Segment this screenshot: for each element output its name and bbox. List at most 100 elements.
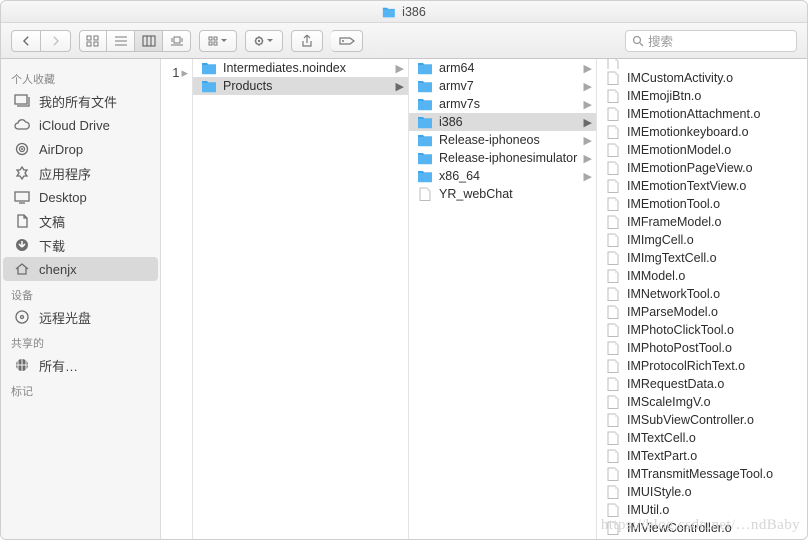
file-row[interactable]: IMScaleImgV.o (597, 393, 807, 411)
sidebar-item-airdrop[interactable]: AirDrop (3, 137, 158, 161)
columns-view: 1▸ Intermediates.noindex▶Products▶ arm64… (161, 59, 807, 539)
row-label: Products (223, 79, 392, 93)
row-label: Intermediates.noindex (223, 61, 392, 75)
file-row[interactable]: IMEmotionPageView.o (597, 159, 807, 177)
view-icons-button[interactable] (79, 30, 107, 52)
file-row[interactable]: IMEmotionTool.o (597, 195, 807, 213)
file-row[interactable]: IMEmotionkeyboard.o (597, 123, 807, 141)
folder-icon (417, 151, 433, 165)
sidebar: 个人收藏我的所有文件iCloud DriveAirDrop应用程序Desktop… (1, 59, 161, 539)
file-row[interactable]: IMEmotionTextView.o (597, 177, 807, 195)
folder-icon (417, 169, 433, 183)
row-label: Release-iphonesimulator (439, 151, 580, 165)
row-label: IMRequestData.o (627, 377, 803, 391)
sidebar-item-apps[interactable]: 应用程序 (3, 161, 158, 185)
sidebar-item-label: 远程光盘 (39, 308, 91, 327)
download-icon (13, 237, 31, 253)
folder-row[interactable]: x86_64▶ (409, 167, 596, 185)
file-row[interactable]: IMTransmitMessageTool.o (597, 465, 807, 483)
column-3[interactable]: IMCustomActivity.o IMEmojiBtn.o IMEmotionA… (597, 59, 807, 539)
file-row[interactable]: IMFrameModel.o (597, 213, 807, 231)
sidebar-header: 设备 (1, 281, 160, 305)
document-icon (605, 359, 621, 373)
folder-row[interactable]: Release-iphoneos▶ (409, 131, 596, 149)
folder-icon (201, 61, 217, 75)
row-label: IMScaleImgV.o (627, 395, 803, 409)
arrange-button[interactable] (199, 30, 237, 52)
sidebar-item-all-files[interactable]: 我的所有文件 (3, 89, 158, 113)
file-row[interactable]: IMNetworkTool.o (597, 285, 807, 303)
view-list-button[interactable] (107, 30, 135, 52)
file-row[interactable]: IMUtil.o (597, 501, 807, 519)
tags-button[interactable] (331, 30, 363, 52)
sidebar-header: 标记 (1, 377, 160, 401)
file-row[interactable]: int_lpc.o (597, 537, 807, 539)
sidebar-item-label: chenjx (39, 262, 77, 277)
row-label: Release-iphoneos (439, 133, 580, 147)
file-row[interactable]: YR_webChat (409, 185, 596, 203)
folder-row[interactable]: armv7s▶ (409, 95, 596, 113)
document-icon (605, 449, 621, 463)
sidebar-item-desktop[interactable]: Desktop (3, 185, 158, 209)
view-columns-button[interactable] (135, 30, 163, 52)
file-row[interactable]: IMProtocolRichText.o (597, 357, 807, 375)
sidebar-item-icloud[interactable]: iCloud Drive (3, 113, 158, 137)
document-icon (605, 503, 621, 517)
folder-row[interactable]: Release-iphonesimulator▶ (409, 149, 596, 167)
row-label: IMTextPart.o (627, 449, 803, 463)
sidebar-item-downloads[interactable]: 下载 (3, 233, 158, 257)
column-2[interactable]: arm64▶armv7▶armv7s▶i386▶Release-iphoneos… (409, 59, 597, 539)
folder-row[interactable]: armv7▶ (409, 77, 596, 95)
file-row[interactable]: IMImgTextCell.o (597, 249, 807, 267)
file-row[interactable]: IMRequestData.o (597, 375, 807, 393)
folder-icon (417, 61, 433, 75)
folder-row[interactable]: Intermediates.noindex▶ (193, 59, 408, 77)
row-label: armv7s (439, 97, 580, 111)
back-button[interactable] (11, 30, 41, 52)
row-label: IMEmotionkeyboard.o (627, 125, 803, 139)
row-label: IMCustomActivity.o (627, 71, 803, 85)
view-coverflow-button[interactable] (163, 30, 191, 52)
forward-button[interactable] (41, 30, 71, 52)
file-row[interactable]: IMTextCell.o (597, 429, 807, 447)
file-row[interactable]: IMTextPart.o (597, 447, 807, 465)
file-row[interactable]: IMPhotoPostTool.o (597, 339, 807, 357)
file-row[interactable]: IMEmojiBtn.o (597, 87, 807, 105)
document-icon (605, 161, 621, 175)
file-row[interactable]: IMUIStyle.o (597, 483, 807, 501)
document-icon (605, 485, 621, 499)
file-row[interactable]: IMEmotionModel.o (597, 141, 807, 159)
sidebar-item-shared[interactable]: 所有… (3, 353, 158, 377)
file-row[interactable]: IMSubViewController.o (597, 411, 807, 429)
folder-icon (201, 79, 217, 93)
row-label: YR_webChat (439, 187, 592, 201)
search-placeholder: 搜索 (648, 31, 673, 50)
sidebar-item-documents[interactable]: 文稿 (3, 209, 158, 233)
search-input[interactable]: 搜索 (625, 30, 797, 52)
row-label: x86_64 (439, 169, 580, 183)
action-button[interactable] (245, 30, 283, 52)
share-button[interactable] (291, 30, 323, 52)
row-label: IMEmotionAttachment.o (627, 107, 803, 121)
file-row[interactable]: IMParseModel.o (597, 303, 807, 321)
column-1[interactable]: Intermediates.noindex▶Products▶ (193, 59, 409, 539)
folder-row[interactable]: arm64▶ (409, 59, 596, 77)
folder-row[interactable]: i386▶ (409, 113, 596, 131)
file-row[interactable]: IMViewController.o (597, 519, 807, 537)
file-row[interactable]: IMImgCell.o (597, 231, 807, 249)
row-label: IMProtocolRichText.o (627, 359, 803, 373)
home-icon (13, 261, 31, 277)
folder-row[interactable]: Products▶ (193, 77, 408, 95)
file-row[interactable] (597, 59, 807, 69)
row-label: IMUtil.o (627, 503, 803, 517)
file-row[interactable]: IMPhotoClickTool.o (597, 321, 807, 339)
sidebar-item-home[interactable]: chenjx (3, 257, 158, 281)
file-row[interactable]: IMCustomActivity.o (597, 69, 807, 87)
document-icon (605, 287, 621, 301)
row-label: arm64 (439, 61, 580, 75)
file-row[interactable]: IMModel.o (597, 267, 807, 285)
sidebar-item-remote-disc[interactable]: 远程光盘 (3, 305, 158, 329)
document-icon (605, 323, 621, 337)
chevron-right-icon: ▶ (580, 80, 592, 93)
file-row[interactable]: IMEmotionAttachment.o (597, 105, 807, 123)
